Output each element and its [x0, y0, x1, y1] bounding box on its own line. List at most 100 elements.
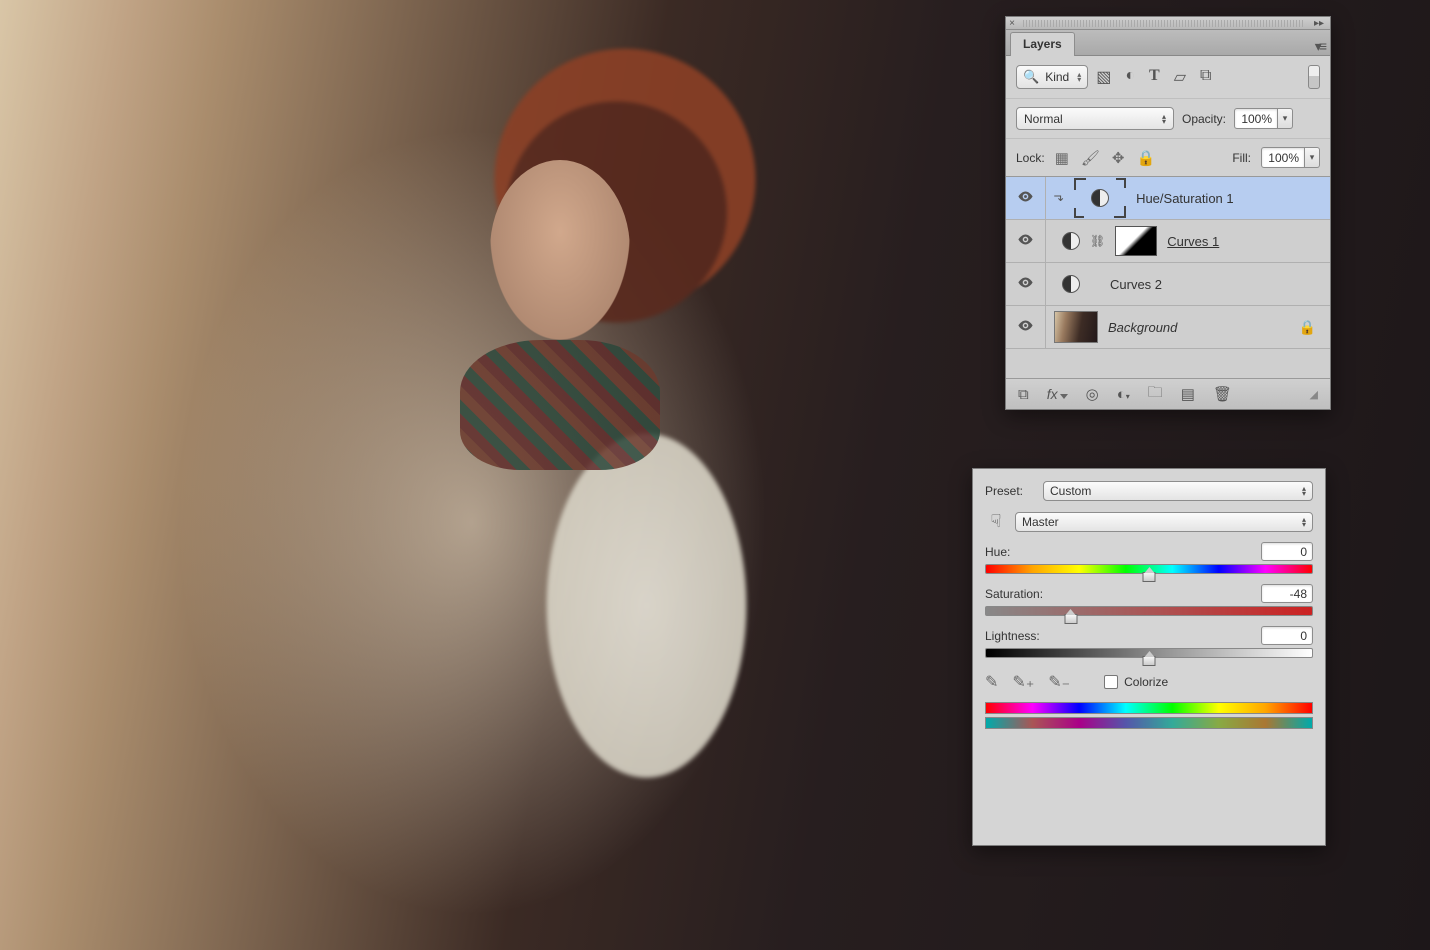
hue-slider[interactable] — [985, 564, 1313, 574]
filter-adjustment-icon[interactable]: ◐ — [1125, 67, 1135, 87]
fill-input[interactable]: 100% — [1261, 147, 1305, 168]
lock-fill-row: Lock: ▦ 🖌 ✥ 🔒 Fill: 100% ▾ — [1006, 139, 1330, 177]
link-icon[interactable]: ⛓ — [1090, 234, 1105, 248]
layers-footer: ⧉ fx ◎ ◐▾ 🗀 ▤ 🗑 ◢ — [1006, 379, 1330, 409]
layer-mask-thumb[interactable] — [1115, 226, 1157, 256]
opacity-input[interactable]: 100% — [1234, 108, 1278, 129]
preset-value: Custom — [1050, 484, 1091, 498]
eyedropper-subtract-icon[interactable]: ✎₋ — [1048, 672, 1070, 692]
eyedropper-add-icon[interactable]: ✎₊ — [1012, 672, 1034, 692]
filter-smartobject-icon[interactable]: ⧉ — [1200, 67, 1211, 87]
layer-row-curves-2[interactable]: Curves 2 — [1006, 263, 1330, 306]
lock-pixels-icon[interactable]: 🖌 — [1081, 149, 1100, 167]
curves-icon — [1062, 275, 1080, 293]
adjustment-thumb[interactable] — [1074, 178, 1126, 218]
layer-row-background[interactable]: Background 🔒 — [1006, 306, 1330, 349]
close-icon[interactable]: × — [1006, 18, 1018, 29]
filter-shape-icon[interactable]: ▱ — [1174, 67, 1186, 87]
channel-select[interactable]: Master ▴▾ — [1015, 512, 1313, 532]
saturation-slider-group: Saturation: -48 — [985, 584, 1313, 616]
lightness-label: Lightness: — [985, 629, 1040, 643]
fill-dropdown-button[interactable]: ▾ — [1305, 147, 1320, 168]
layer-row-hue-saturation[interactable]: ↳ Hue/Saturation 1 — [1006, 177, 1330, 220]
hue-input[interactable]: 0 — [1261, 542, 1313, 561]
layer-name[interactable]: Curves 2 — [1110, 277, 1162, 292]
layers-panel: × ▸▸ Layers ▾≡ 🔍 Kind ▴▾ ▧ ◐ T ▱ ⧉ Norma… — [1005, 16, 1331, 410]
saturation-slider[interactable] — [985, 606, 1313, 616]
hue-label: Hue: — [985, 545, 1010, 559]
eyedropper-row: ✎ ✎₊ ✎₋ Colorize — [985, 672, 1313, 692]
layer-visibility-toggle[interactable] — [1006, 306, 1046, 348]
add-mask-icon[interactable]: ◎ — [1086, 385, 1099, 403]
layer-visibility-toggle[interactable] — [1006, 263, 1046, 305]
new-adjustment-icon[interactable]: ◐▾ — [1117, 386, 1130, 403]
layer-filter-row: 🔍 Kind ▴▾ ▧ ◐ T ▱ ⧉ — [1006, 56, 1330, 99]
stepper-icon: ▴▾ — [1077, 72, 1081, 82]
clipping-indicator-icon: ↳ — [1052, 193, 1066, 203]
opacity-dropdown-button[interactable]: ▾ — [1278, 108, 1293, 129]
panel-flyout-menu-icon[interactable]: ▾≡ — [1315, 38, 1324, 55]
targeted-adjust-icon[interactable]: ☟ — [985, 511, 1007, 532]
colorize-label: Colorize — [1124, 675, 1168, 689]
resize-handle-icon[interactable]: ◢ — [1310, 388, 1318, 401]
search-icon: 🔍 — [1023, 69, 1039, 85]
layer-name[interactable]: Curves 1 — [1167, 234, 1219, 249]
preset-row: Preset: Custom ▴▾ — [985, 481, 1313, 501]
lock-icon[interactable]: 🔒 — [1299, 319, 1316, 336]
channel-value: Master — [1022, 515, 1059, 529]
delete-layer-icon[interactable]: 🗑 — [1213, 385, 1232, 403]
eyedropper-icon[interactable]: ✎ — [985, 672, 998, 692]
filter-type-icon[interactable]: T — [1149, 67, 1160, 87]
layer-name[interactable]: Background — [1108, 320, 1177, 335]
layer-thumbnail[interactable] — [1054, 311, 1098, 343]
layer-name[interactable]: Hue/Saturation 1 — [1136, 191, 1234, 206]
layers-empty-area[interactable] — [1006, 349, 1330, 379]
colorize-checkbox[interactable]: Colorize — [1104, 675, 1168, 689]
lightness-input[interactable]: 0 — [1261, 626, 1313, 645]
lock-label: Lock: — [1016, 151, 1045, 165]
slider-handle[interactable] — [1143, 656, 1156, 666]
lock-transparency-icon[interactable]: ▦ — [1055, 149, 1069, 167]
lock-all-icon[interactable]: 🔒 — [1137, 149, 1156, 167]
panel-gripper[interactable] — [1023, 20, 1303, 27]
hue-range-bands[interactable] — [985, 702, 1313, 729]
filter-pixel-icon[interactable]: ▧ — [1096, 67, 1111, 87]
chevron-updown-icon: ▴▾ — [1162, 114, 1166, 124]
layer-visibility-toggle[interactable] — [1006, 220, 1046, 262]
fill-label: Fill: — [1232, 151, 1251, 165]
link-layers-icon[interactable]: ⧉ — [1018, 386, 1029, 403]
tab-layers[interactable]: Layers — [1010, 32, 1075, 56]
preset-select[interactable]: Custom ▴▾ — [1043, 481, 1313, 501]
panel-tab-row: Layers ▾≡ — [1006, 30, 1330, 56]
new-group-icon[interactable]: 🗀 — [1148, 382, 1163, 407]
filter-toggle[interactable] — [1308, 65, 1320, 89]
panel-titlebar[interactable]: × ▸▸ — [1006, 17, 1330, 30]
preset-label: Preset: — [985, 484, 1035, 498]
slider-handle[interactable] — [1143, 572, 1156, 582]
filter-kind-select[interactable]: 🔍 Kind ▴▾ — [1016, 65, 1088, 89]
chevron-updown-icon: ▴▾ — [1302, 486, 1306, 496]
checkbox-box — [1104, 675, 1118, 689]
eye-icon — [1017, 188, 1034, 208]
lightness-slider[interactable] — [985, 648, 1313, 658]
new-layer-icon[interactable]: ▤ — [1181, 385, 1195, 403]
filter-kind-label: Kind — [1045, 70, 1069, 84]
chevron-updown-icon: ▴▾ — [1302, 517, 1306, 527]
blend-mode-select[interactable]: Normal ▴▾ — [1016, 107, 1174, 130]
hue-sat-icon — [1091, 189, 1109, 207]
saturation-input[interactable]: -48 — [1261, 584, 1313, 603]
layer-effects-button[interactable]: fx — [1047, 386, 1058, 402]
eye-icon — [1017, 231, 1034, 251]
hue-saturation-properties-panel: Preset: Custom ▴▾ ☟ Master ▴▾ Hue: 0 Sat… — [972, 468, 1326, 846]
layers-list: ↳ Hue/Saturation 1 ⛓ Curves 1 — [1006, 177, 1330, 379]
lock-position-icon[interactable]: ✥ — [1112, 149, 1125, 167]
hue-slider-group: Hue: 0 — [985, 542, 1313, 574]
hue-band-top — [985, 702, 1313, 714]
slider-handle[interactable] — [1064, 614, 1077, 624]
collapse-icon[interactable]: ▸▸ — [1308, 18, 1330, 29]
layer-row-curves-1[interactable]: ⛓ Curves 1 — [1006, 220, 1330, 263]
layer-visibility-toggle[interactable] — [1006, 177, 1046, 219]
hue-band-bottom — [985, 717, 1313, 729]
curves-icon — [1062, 232, 1080, 250]
eye-icon — [1017, 317, 1034, 337]
